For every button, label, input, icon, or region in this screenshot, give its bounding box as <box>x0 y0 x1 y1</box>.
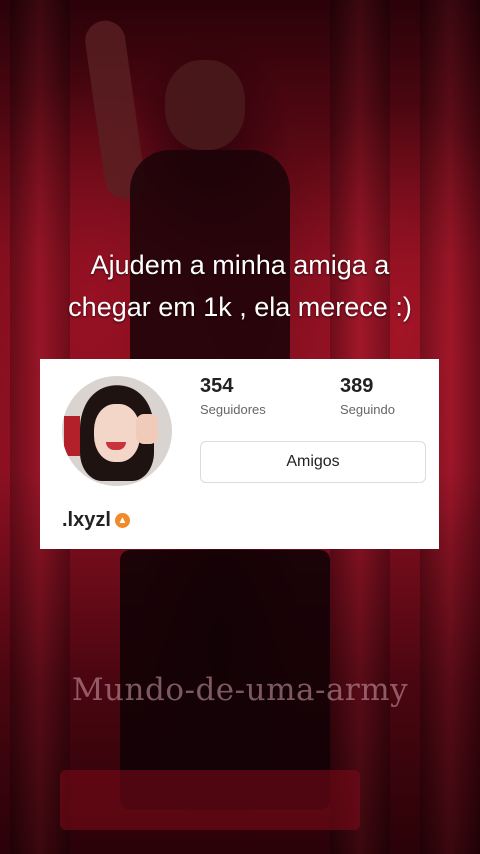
username-text: .lxyzl <box>62 509 111 531</box>
performer-head <box>165 60 245 150</box>
caption-text: Ajudem a minha amiga a chegar em 1k , el… <box>0 244 480 328</box>
level-badge-icon: ▲ <box>114 513 130 528</box>
friends-button[interactable]: Amigos <box>200 441 426 483</box>
following-count: 389 <box>340 375 374 397</box>
followers-stat[interactable]: 354 Seguidores <box>200 375 266 417</box>
avatar-face <box>94 404 140 462</box>
avatar[interactable] <box>62 376 172 486</box>
caption-line-1: Ajudem a minha amiga a <box>90 250 390 280</box>
watermark: Mundo-de-uma-army <box>71 672 409 708</box>
followers-label: Seguidores <box>200 402 266 417</box>
followers-count: 354 <box>200 375 234 397</box>
following-stat[interactable]: 389 Seguindo <box>340 375 395 417</box>
caption-line-2: chegar em 1k , ela merece :) <box>68 292 412 322</box>
avatar-hand <box>136 414 158 444</box>
profile-card: 354 Seguidores 389 Seguindo Amigos .lxyz… <box>40 359 439 549</box>
following-label: Seguindo <box>340 402 395 417</box>
stage-floor <box>60 770 360 830</box>
username: .lxyzl ▲ <box>62 509 130 532</box>
avatar-background <box>64 416 80 456</box>
